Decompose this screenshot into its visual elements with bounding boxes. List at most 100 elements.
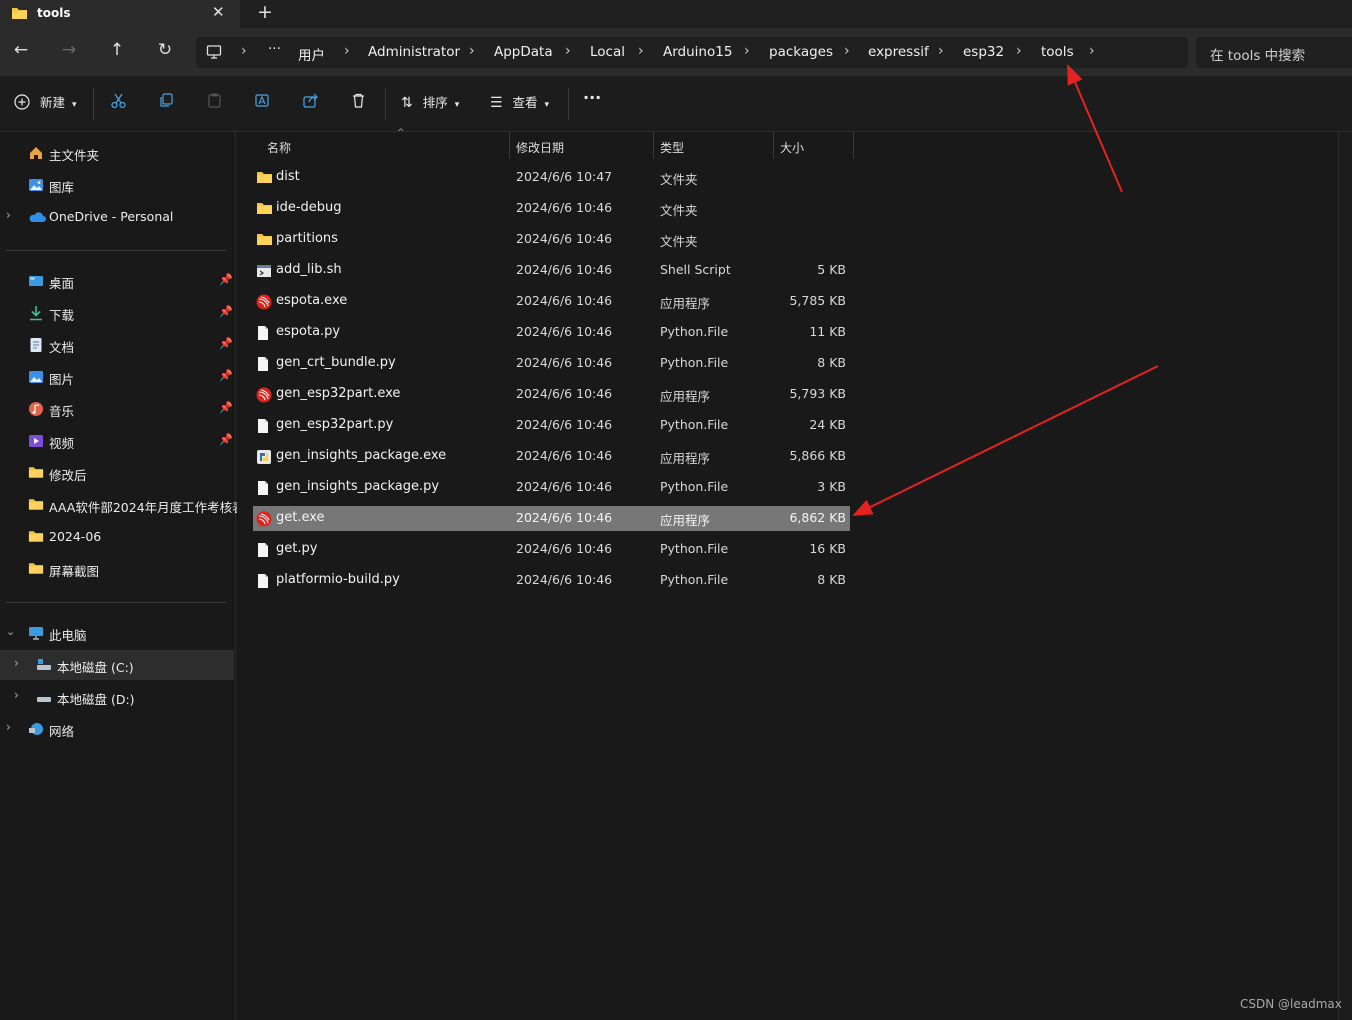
chevron-right-icon[interactable]: › xyxy=(241,43,247,59)
back-icon[interactable]: ← xyxy=(10,40,32,64)
folder-icon xyxy=(256,201,272,217)
file-row[interactable]: ide-debug 2024/6/6 10:46 文件夹 xyxy=(253,196,850,221)
file-row[interactable]: gen_crt_bundle.py 2024/6/6 10:46 Python.Fi… xyxy=(253,351,850,376)
pin-icon[interactable]: 📌 xyxy=(219,273,233,286)
chevron-right-icon[interactable]: › xyxy=(344,43,350,59)
chevron-down-icon[interactable]: ⌄ xyxy=(6,625,15,638)
chevron-right-icon[interactable]: › xyxy=(744,43,750,59)
paste-icon[interactable] xyxy=(206,92,223,116)
breadcrumb-item[interactable]: esp32 xyxy=(963,44,1004,60)
sidebar-item-music[interactable]: 音乐 📌 xyxy=(0,394,234,424)
column-type[interactable]: 类型 xyxy=(660,139,684,156)
file-row[interactable]: partitions 2024/6/6 10:46 文件夹 xyxy=(253,227,850,252)
chevron-right-icon[interactable]: › xyxy=(469,43,475,59)
file-size: 5 KB xyxy=(817,262,846,277)
breadcrumb-item[interactable]: packages xyxy=(769,44,833,60)
chevron-right-icon[interactable]: › xyxy=(1089,43,1095,59)
breadcrumb-more[interactable]: ··· xyxy=(268,41,281,57)
address-bar[interactable]: › ··· › 用户 Administrator › AppData › Loc… xyxy=(196,37,1188,68)
tab-tools[interactable]: tools ✕ xyxy=(0,0,240,28)
file-row[interactable]: gen_esp32part.exe 2024/6/6 10:46 应用程序 5,793… xyxy=(253,382,850,407)
chevron-right-icon[interactable]: › xyxy=(6,208,11,222)
chevron-right-icon[interactable]: › xyxy=(14,656,19,670)
sidebar-item-videos[interactable]: 视频 📌 xyxy=(0,426,234,456)
sidebar-item-downloads[interactable]: 下载 📌 xyxy=(0,298,234,328)
new-button[interactable]: 新建 ▾ xyxy=(14,92,77,116)
cut-icon[interactable] xyxy=(110,92,127,116)
sidebar-item-folder[interactable]: 屏幕截图 xyxy=(0,554,234,584)
file-row[interactable]: get.py 2024/6/6 10:46 Python.File 16 KB xyxy=(253,537,850,562)
computer-icon[interactable] xyxy=(206,44,222,63)
sidebar-item-this-pc[interactable]: ⌄ 此电脑 xyxy=(0,618,234,648)
new-tab-icon[interactable]: + xyxy=(257,1,273,23)
sidebar-item-gallery[interactable]: 图库 xyxy=(0,170,234,200)
file-row[interactable]: espota.py 2024/6/6 10:46 Python.File 11 KB xyxy=(253,320,850,345)
file-row[interactable]: gen_esp32part.py 2024/6/6 10:46 Python.Fil… xyxy=(253,413,850,438)
rename-icon[interactable] xyxy=(254,92,271,116)
plus-circle-icon xyxy=(14,94,30,110)
search-input[interactable]: 在 tools 中搜索 xyxy=(1196,37,1352,68)
breadcrumb-item-current[interactable]: tools xyxy=(1041,44,1074,60)
column-size[interactable]: 大小 xyxy=(780,139,804,156)
chevron-right-icon[interactable]: › xyxy=(938,43,944,59)
sort-button[interactable]: ⇅ 排序 ▾ xyxy=(401,92,459,116)
chevron-right-icon[interactable]: › xyxy=(638,43,644,59)
close-tab-icon[interactable]: ✕ xyxy=(212,3,225,21)
column-resize-handle[interactable] xyxy=(653,132,654,159)
file-row[interactable]: platformio-build.py 2024/6/6 10:46 Python.… xyxy=(253,568,850,593)
breadcrumb-item[interactable]: Administrator xyxy=(368,44,460,60)
sidebar-item-folder[interactable]: 修改后 xyxy=(0,458,234,488)
sidebar-item-label: 2024-06 xyxy=(49,529,102,544)
file-row[interactable]: gen_insights_package.py 2024/6/6 10:46 Pyt… xyxy=(253,475,850,500)
forward-icon[interactable]: → xyxy=(58,40,80,64)
sidebar-item-network[interactable]: › 网络 xyxy=(0,714,234,744)
breadcrumb-item[interactable]: Local xyxy=(590,44,625,60)
column-modified[interactable]: 修改日期 xyxy=(516,139,564,156)
pin-icon[interactable]: 📌 xyxy=(219,369,233,382)
file-type: Python.File xyxy=(660,572,729,587)
vertical-scrollbar[interactable] xyxy=(1338,132,1352,1020)
breadcrumb-item[interactable]: AppData xyxy=(494,44,553,60)
tab-bar: tools ✕ + xyxy=(0,0,1352,28)
pin-icon[interactable]: 📌 xyxy=(219,433,233,446)
sidebar-item-folder[interactable]: AAA软件部2024年月度工作考核表 xyxy=(0,490,245,520)
breadcrumb-item[interactable]: Arduino15 xyxy=(663,44,732,60)
sidebar-item-drive-d[interactable]: › 本地磁盘 (D:) xyxy=(0,682,234,712)
view-button[interactable]: ☰ 查看 ▾ xyxy=(490,92,549,116)
file-row[interactable]: get.exe 2024/6/6 10:46 应用程序 6,862 KB xyxy=(253,506,850,531)
file-row[interactable]: gen_insights_package.exe 2024/6/6 10:46 应用… xyxy=(253,444,850,469)
file-row[interactable]: dist 2024/6/6 10:47 文件夹 xyxy=(253,165,850,190)
pin-icon[interactable]: 📌 xyxy=(219,305,233,318)
more-options-icon[interactable]: ··· xyxy=(583,88,601,112)
folder-icon xyxy=(256,170,272,186)
refresh-icon[interactable]: ↻ xyxy=(154,40,176,64)
column-resize-handle[interactable] xyxy=(853,132,854,159)
sidebar-item-home[interactable]: 主文件夹 xyxy=(0,138,234,168)
sidebar-item-drive-c[interactable]: › 本地磁盘 (C:) xyxy=(0,650,234,680)
espressif-app-icon xyxy=(256,387,272,403)
chevron-right-icon[interactable]: › xyxy=(6,720,11,734)
sidebar-item-documents[interactable]: 文档 📌 xyxy=(0,330,234,360)
column-resize-handle[interactable] xyxy=(773,132,774,159)
chevron-right-icon[interactable]: › xyxy=(14,688,19,702)
copy-icon[interactable] xyxy=(158,92,175,116)
breadcrumb-item[interactable]: 用户 xyxy=(298,44,325,64)
pin-icon[interactable]: 📌 xyxy=(219,337,233,350)
sidebar-item-desktop[interactable]: 桌面 📌 xyxy=(0,266,234,296)
chevron-right-icon[interactable]: › xyxy=(1016,43,1022,59)
up-icon[interactable]: ↑ xyxy=(106,40,128,64)
pin-icon[interactable]: 📌 xyxy=(219,401,233,414)
chevron-right-icon[interactable]: › xyxy=(844,43,850,59)
file-row[interactable]: add_lib.sh 2024/6/6 10:46 Shell Script 5 KB xyxy=(253,258,850,283)
sidebar-item-onedrive[interactable]: › OneDrive - Personal xyxy=(0,202,234,232)
sidebar-item-pictures[interactable]: 图片 📌 xyxy=(0,362,234,392)
file-row[interactable]: espota.exe 2024/6/6 10:46 应用程序 5,785 KB xyxy=(253,289,850,314)
delete-icon[interactable] xyxy=(350,92,367,116)
column-name[interactable]: 名称 xyxy=(267,139,291,156)
share-icon[interactable] xyxy=(302,92,319,116)
sidebar-item-folder[interactable]: 2024-06 xyxy=(0,522,234,552)
chevron-right-icon[interactable]: › xyxy=(565,43,571,59)
breadcrumb-item[interactable]: expressif xyxy=(868,44,929,60)
column-resize-handle[interactable] xyxy=(509,132,510,159)
folder-icon xyxy=(11,6,28,23)
